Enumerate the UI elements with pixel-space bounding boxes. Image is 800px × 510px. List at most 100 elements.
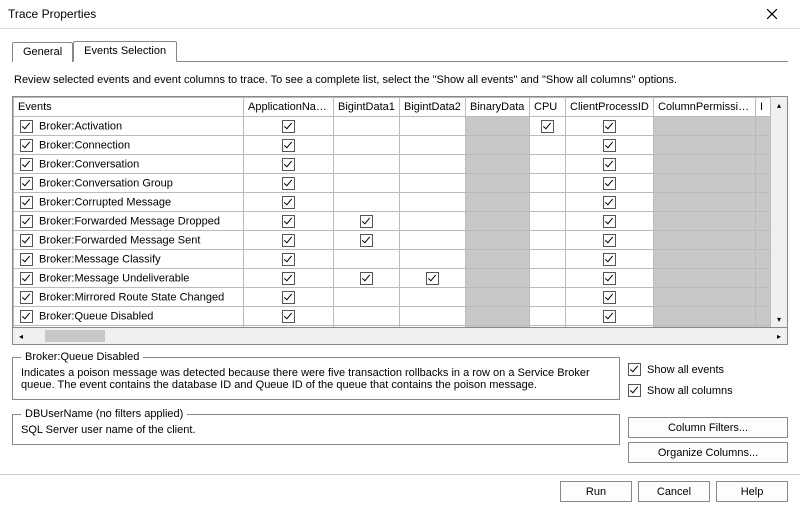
grid-cell[interactable]: [244, 212, 334, 231]
checkbox-icon[interactable]: [282, 120, 295, 133]
event-name-cell[interactable]: Broker:Connection: [14, 136, 244, 155]
grid-cell[interactable]: [654, 250, 756, 269]
checkbox-icon[interactable]: [282, 310, 295, 323]
help-button[interactable]: Help: [716, 481, 788, 502]
grid-cell[interactable]: [244, 136, 334, 155]
checkbox-icon[interactable]: [282, 139, 295, 152]
grid-cell[interactable]: [466, 307, 530, 326]
col-bigint1[interactable]: BigintData1: [334, 98, 400, 117]
grid-cell[interactable]: [530, 117, 566, 136]
vertical-scrollbar[interactable]: ▴ ▾: [770, 97, 787, 327]
show-all-events-checkbox[interactable]: [628, 363, 641, 376]
grid-cell[interactable]: [334, 326, 400, 328]
grid-cell[interactable]: [244, 250, 334, 269]
grid-cell[interactable]: [400, 117, 466, 136]
col-cpu[interactable]: CPU: [530, 98, 566, 117]
scroll-right-icon[interactable]: ▸: [771, 332, 787, 341]
grid-cell[interactable]: [654, 174, 756, 193]
grid-cell[interactable]: [566, 155, 654, 174]
grid-cell[interactable]: [466, 136, 530, 155]
checkbox-icon[interactable]: [603, 253, 616, 266]
event-name-cell[interactable]: Broker:Forwarded Message Sent: [14, 231, 244, 250]
checkbox-icon[interactable]: [603, 120, 616, 133]
grid-cell[interactable]: [566, 193, 654, 212]
event-enable-checkbox[interactable]: [20, 291, 33, 304]
event-name-cell[interactable]: Broker:Message Undeliverable: [14, 269, 244, 288]
scroll-down-icon[interactable]: ▾: [771, 311, 787, 327]
grid-cell[interactable]: [654, 117, 756, 136]
grid-cell[interactable]: [466, 193, 530, 212]
grid-cell[interactable]: [334, 269, 400, 288]
grid-cell[interactable]: [654, 193, 756, 212]
grid-cell[interactable]: [566, 307, 654, 326]
grid-cell[interactable]: [530, 250, 566, 269]
horizontal-scrollbar[interactable]: ◂ ▸: [12, 328, 788, 345]
grid-cell[interactable]: [334, 307, 400, 326]
grid-cell[interactable]: [400, 231, 466, 250]
grid-cell[interactable]: [530, 136, 566, 155]
grid-cell[interactable]: [400, 174, 466, 193]
event-name-cell[interactable]: Broker:Corrupted Message: [14, 193, 244, 212]
grid-cell[interactable]: [400, 269, 466, 288]
grid-cell[interactable]: [530, 212, 566, 231]
grid-cell[interactable]: [654, 307, 756, 326]
event-enable-checkbox[interactable]: [20, 234, 33, 247]
grid-cell[interactable]: [654, 136, 756, 155]
grid-cell[interactable]: [244, 269, 334, 288]
checkbox-icon[interactable]: [282, 291, 295, 304]
grid-cell[interactable]: [466, 117, 530, 136]
col-events[interactable]: Events: [14, 98, 244, 117]
grid-cell[interactable]: [400, 212, 466, 231]
grid-cell[interactable]: [530, 326, 566, 328]
col-more[interactable]: I: [756, 98, 771, 117]
run-button[interactable]: Run: [560, 481, 632, 502]
checkbox-icon[interactable]: [603, 177, 616, 190]
grid-cell[interactable]: [654, 326, 756, 328]
grid-cell[interactable]: [334, 288, 400, 307]
grid-cell[interactable]: [334, 231, 400, 250]
grid-cell[interactable]: [566, 269, 654, 288]
checkbox-icon[interactable]: [603, 196, 616, 209]
col-appname[interactable]: ApplicationName: [244, 98, 334, 117]
grid-cell[interactable]: [654, 288, 756, 307]
checkbox-icon[interactable]: [603, 139, 616, 152]
grid-cell[interactable]: [466, 288, 530, 307]
grid-cell[interactable]: [466, 212, 530, 231]
checkbox-icon[interactable]: [603, 215, 616, 228]
grid-cell[interactable]: [334, 155, 400, 174]
grid-cell[interactable]: [400, 250, 466, 269]
grid-cell[interactable]: [466, 231, 530, 250]
grid-cell[interactable]: [466, 269, 530, 288]
show-all-columns-checkbox[interactable]: [628, 384, 641, 397]
checkbox-icon[interactable]: [603, 310, 616, 323]
grid-cell[interactable]: [244, 231, 334, 250]
event-name-cell[interactable]: Broker:Conversation: [14, 155, 244, 174]
checkbox-icon[interactable]: [282, 196, 295, 209]
checkbox-icon[interactable]: [282, 272, 295, 285]
grid-cell[interactable]: [334, 250, 400, 269]
grid-cell[interactable]: [244, 307, 334, 326]
checkbox-icon[interactable]: [603, 291, 616, 304]
tab-general[interactable]: General: [12, 42, 73, 62]
grid-cell[interactable]: [530, 193, 566, 212]
event-enable-checkbox[interactable]: [20, 215, 33, 228]
grid-cell[interactable]: [566, 212, 654, 231]
organize-columns-button[interactable]: Organize Columns...: [628, 442, 788, 463]
col-binarydata[interactable]: BinaryData: [466, 98, 530, 117]
event-name-cell[interactable]: Broker:Remote Message Acknowled…: [14, 326, 244, 328]
grid-cell[interactable]: [244, 326, 334, 328]
grid-cell[interactable]: [466, 174, 530, 193]
grid-cell[interactable]: [400, 136, 466, 155]
grid-cell[interactable]: [530, 155, 566, 174]
grid-cell[interactable]: [530, 269, 566, 288]
checkbox-icon[interactable]: [282, 253, 295, 266]
grid-cell[interactable]: [654, 212, 756, 231]
col-clientpid[interactable]: ClientProcessID: [566, 98, 654, 117]
grid-cell[interactable]: [466, 250, 530, 269]
grid-cell[interactable]: [400, 326, 466, 328]
grid-cell[interactable]: [244, 155, 334, 174]
tab-events-selection[interactable]: Events Selection: [73, 41, 177, 62]
grid-cell[interactable]: [400, 307, 466, 326]
checkbox-icon[interactable]: [360, 272, 373, 285]
column-filters-button[interactable]: Column Filters...: [628, 417, 788, 438]
